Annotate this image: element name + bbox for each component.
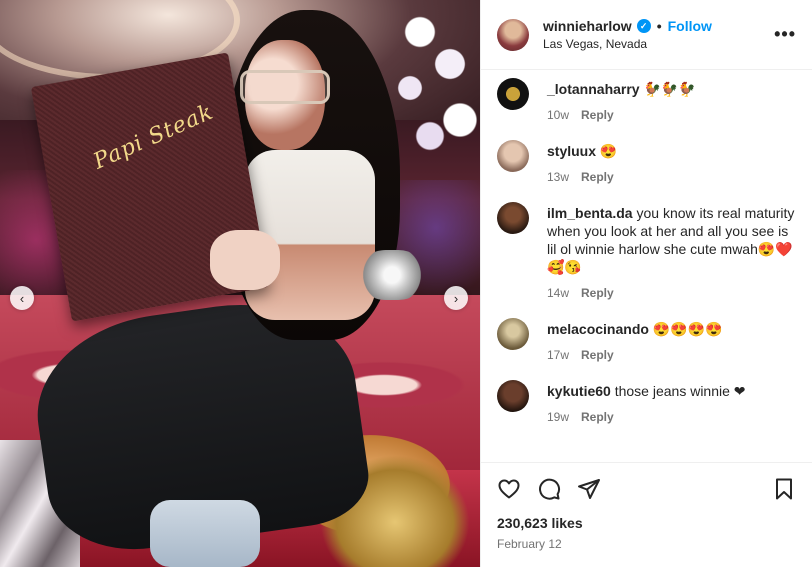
commenter-avatar[interactable] (497, 318, 529, 350)
commenter-username[interactable]: melacocinando (547, 321, 649, 337)
share-paper-plane-icon[interactable] (577, 477, 601, 501)
commenter-username[interactable]: ilm_benta.da (547, 205, 633, 221)
commenter-avatar[interactable] (497, 202, 529, 234)
comment-text: 😍 (599, 143, 618, 159)
comment-body: kykutie60 those jeans winnie ❤ 19w Reply (547, 382, 796, 426)
comment-bubble-icon[interactable] (537, 477, 561, 501)
comment-text: 😍😍😍😍 (652, 321, 723, 337)
post-location[interactable]: Las Vegas, Nevada (543, 37, 774, 51)
post: Papi Steak ‹ › winnieharlow ✓ • Follow L… (0, 0, 812, 567)
comment-item: kykutie60 those jeans winnie ❤ 19w Reply (497, 380, 796, 426)
separator-dot: • (656, 18, 662, 34)
comment-body: melacocinando 😍😍😍😍 17w Reply (547, 320, 796, 364)
reply-button[interactable]: Reply (581, 348, 614, 362)
author-username[interactable]: winnieharlow (543, 18, 632, 34)
menu-logo-text: Papi Steak (89, 99, 218, 175)
comment-time: 14w (547, 286, 570, 300)
commenter-avatar[interactable] (497, 380, 529, 412)
comment-meta: 10w Reply (547, 106, 796, 124)
comment-meta: 14w Reply (547, 284, 796, 302)
bracelets (360, 250, 424, 300)
action-bar (497, 477, 796, 501)
like-heart-icon[interactable] (497, 477, 521, 501)
reply-button[interactable]: Reply (581, 286, 614, 300)
reply-button[interactable]: Reply (581, 170, 614, 184)
comment-item: _lotannaharry 🐓🐓🐓 10w Reply (497, 78, 796, 124)
chevron-left-icon: ‹ (19, 290, 25, 306)
comment-item: styluux 😍 13w Reply (497, 140, 796, 186)
post-date[interactable]: February 12 (497, 537, 796, 551)
author-line: winnieharlow ✓ • Follow (543, 18, 774, 34)
glasses (240, 70, 330, 104)
reply-button[interactable]: Reply (581, 410, 614, 424)
comment-text: 🐓🐓🐓 (643, 81, 696, 97)
follow-button[interactable]: Follow (668, 18, 712, 34)
post-panel: winnieharlow ✓ • Follow Las Vegas, Nevad… (480, 0, 812, 567)
commenter-avatar[interactable] (497, 140, 529, 172)
photo-scene: Papi Steak (0, 0, 480, 567)
shoe (150, 500, 260, 567)
reply-button[interactable]: Reply (581, 108, 614, 122)
commenter-username[interactable]: kykutie60 (547, 383, 611, 399)
comment-time: 13w (547, 170, 570, 184)
comment-item: melacocinando 😍😍😍😍 17w Reply (497, 318, 796, 364)
more-options-icon[interactable]: ••• (774, 24, 796, 45)
commenter-username[interactable]: _lotannaharry (547, 81, 640, 97)
comment-meta: 19w Reply (547, 408, 796, 426)
comments-list[interactable]: _lotannaharry 🐓🐓🐓 10w Reply styluux 😍 13w… (481, 70, 812, 462)
comment-meta: 13w Reply (547, 168, 796, 186)
comment-time: 19w (547, 410, 570, 424)
comment-body: _lotannaharry 🐓🐓🐓 10w Reply (547, 80, 796, 124)
post-image[interactable]: Papi Steak ‹ › (0, 0, 480, 567)
author-avatar[interactable] (497, 18, 529, 51)
save-bookmark-icon[interactable] (772, 477, 796, 501)
comment-body: ilm_benta.da you know its real maturity … (547, 204, 796, 302)
comment-text: those jeans winnie ❤ (614, 383, 746, 399)
carousel-prev-button[interactable]: ‹ (10, 286, 34, 310)
chevron-right-icon: › (453, 290, 459, 306)
post-actions: 230,623 likes February 12 (481, 462, 812, 567)
carousel-next-button[interactable]: › (444, 286, 468, 310)
author-info: winnieharlow ✓ • Follow Las Vegas, Nevad… (543, 18, 774, 51)
comment-body: styluux 😍 13w Reply (547, 142, 796, 186)
likes-count[interactable]: 230,623 likes (497, 515, 796, 531)
comment-time: 17w (547, 348, 570, 362)
commenter-username[interactable]: styluux (547, 143, 596, 159)
post-header: winnieharlow ✓ • Follow Las Vegas, Nevad… (481, 0, 812, 70)
hand (210, 230, 280, 290)
comment-meta: 17w Reply (547, 346, 796, 364)
commenter-avatar[interactable] (497, 78, 529, 110)
verified-badge-icon: ✓ (636, 19, 651, 33)
comment-item: ilm_benta.da you know its real maturity … (497, 202, 796, 302)
comment-time: 10w (547, 108, 570, 122)
